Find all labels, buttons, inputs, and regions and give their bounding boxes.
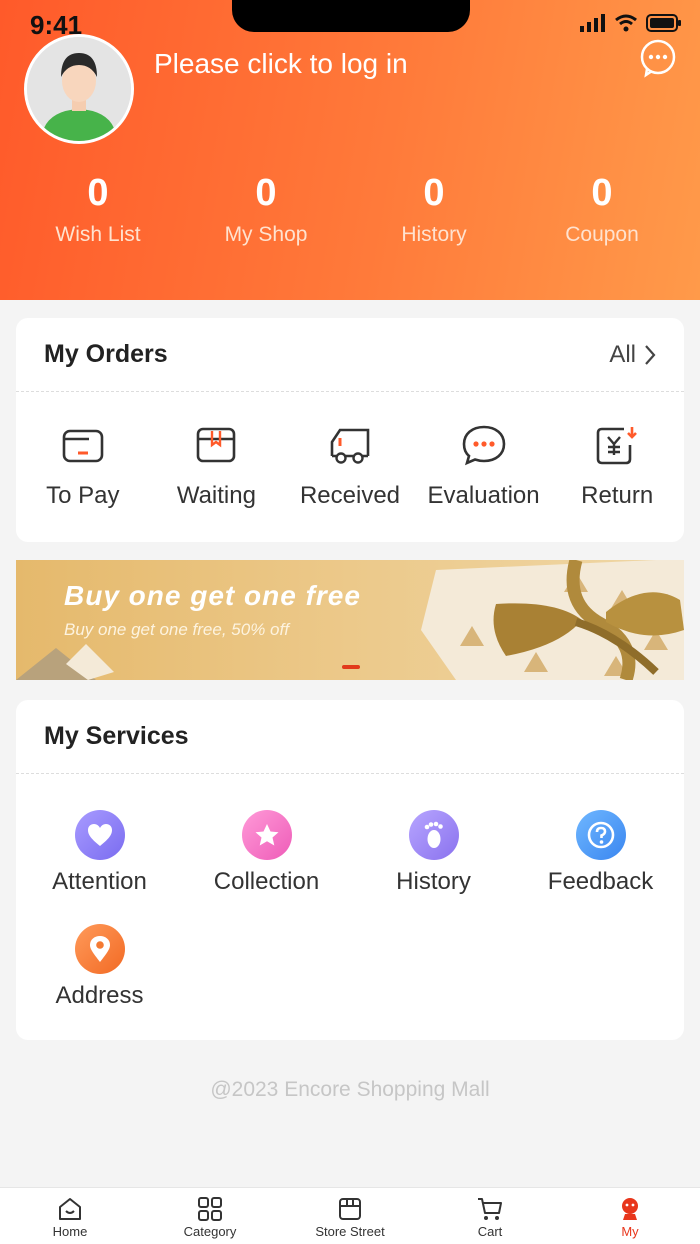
stat-label: My Shop <box>224 223 308 246</box>
tab-label: My <box>621 1224 639 1239</box>
tab-home[interactable]: Home <box>0 1188 140 1244</box>
tab-my[interactable]: My <box>560 1188 700 1244</box>
heart-icon <box>74 810 125 860</box>
chevron-right-icon <box>645 344 656 365</box>
copyright-text: @2023 Encore Shopping Mall <box>210 1078 490 1101</box>
location-pin-icon <box>74 924 125 974</box>
stat-my-shop[interactable]: 0 My Shop <box>182 172 350 247</box>
services-header: My Services <box>16 700 684 774</box>
services-card: My Services Attention Collection History <box>16 700 684 1040</box>
order-label: Received <box>299 482 401 509</box>
stat-coupon[interactable]: 0 Coupon <box>518 172 686 247</box>
stat-value: 0 <box>591 172 613 214</box>
user-icon <box>622 1198 638 1220</box>
home-icon <box>59 1198 81 1220</box>
stat-label: Coupon <box>565 223 639 246</box>
refund-icon <box>596 427 638 465</box>
tab-category[interactable]: Category <box>140 1188 280 1244</box>
stat-value: 0 <box>423 172 445 214</box>
order-label: Return <box>581 482 654 509</box>
grid-icon <box>198 1197 222 1221</box>
question-icon <box>575 810 626 860</box>
avatar[interactable] <box>24 34 134 144</box>
stat-value: 0 <box>87 172 109 214</box>
stat-label: Wish List <box>55 223 141 246</box>
banner-subtitle: Buy one get one free, 50% off <box>64 620 289 639</box>
package-icon <box>197 427 236 463</box>
tab-label: Store Street <box>315 1224 385 1239</box>
cart-icon <box>478 1198 502 1220</box>
tab-label: Cart <box>477 1224 503 1239</box>
stats-row: 0 Wish List 0 My Shop 0 History 0 Coupon <box>0 172 700 247</box>
stat-value: 0 <box>255 172 277 214</box>
order-label: Waiting <box>176 482 256 509</box>
all-orders-link[interactable]: All <box>609 341 656 369</box>
battery-icon <box>646 14 681 32</box>
order-status-row: To Pay Waiting Received Evaluation Retur… <box>16 392 684 510</box>
stat-wish-list[interactable]: 0 Wish List <box>14 172 182 247</box>
wallet-icon <box>62 429 104 463</box>
service-label: History <box>396 868 471 895</box>
star-icon <box>241 810 292 860</box>
avatar-person-icon <box>27 37 131 141</box>
service-label: Feedback <box>547 868 654 895</box>
orders-title: My Orders <box>44 340 168 368</box>
service-collection[interactable]: Collection <box>183 810 350 896</box>
services-title: My Services <box>44 722 189 750</box>
banner-title: Buy one get one free <box>64 580 361 611</box>
service-history[interactable]: History <box>350 810 517 896</box>
bottom-tab-bar: Home Category Store Street Cart My <box>0 1187 700 1244</box>
order-label: Evaluation <box>427 482 540 509</box>
orders-header: My Orders All <box>16 318 684 392</box>
order-evaluation[interactable]: Evaluation <box>417 422 551 510</box>
order-received[interactable]: Received <box>283 422 417 510</box>
order-waiting[interactable]: Waiting <box>150 422 284 510</box>
status-icons <box>580 14 682 32</box>
service-attention[interactable]: Attention <box>16 810 183 896</box>
tab-label: Category <box>183 1224 237 1239</box>
orders-card: My Orders All To Pay Waiting Received Ev… <box>16 318 684 542</box>
promo-banner[interactable]: Buy one get one free Buy one get one fre… <box>16 560 684 680</box>
banner-pagination-dot[interactable] <box>342 665 360 669</box>
signal-icon <box>580 14 605 32</box>
profile-header: 9:41 Please click to log in 0 Wish List … <box>0 0 700 300</box>
order-to-pay[interactable]: To Pay <box>16 422 150 510</box>
wifi-icon <box>615 14 637 32</box>
order-label: To Pay <box>46 482 120 509</box>
footprint-icon <box>408 810 459 860</box>
login-prompt[interactable]: Please click to log in <box>154 48 408 80</box>
service-label: Attention <box>52 868 147 895</box>
all-orders-label: All <box>609 340 636 368</box>
service-label: Address <box>55 982 144 1009</box>
tab-label: Home <box>52 1224 88 1239</box>
chat-icon <box>462 425 505 466</box>
services-grid: Attention Collection History Feedback Ad… <box>16 774 684 1038</box>
tab-store-street[interactable]: Store Street <box>280 1188 420 1244</box>
stat-label: History <box>401 223 467 246</box>
device-notch <box>232 0 470 32</box>
order-return[interactable]: Return <box>550 422 684 510</box>
service-address[interactable]: Address <box>16 924 183 1010</box>
truck-icon <box>330 428 370 464</box>
service-feedback[interactable]: Feedback <box>517 810 684 896</box>
service-label: Collection <box>213 868 320 895</box>
stat-history[interactable]: 0 History <box>350 172 518 247</box>
message-icon[interactable] <box>638 38 678 78</box>
store-icon <box>339 1198 361 1220</box>
tab-cart[interactable]: Cart <box>420 1188 560 1244</box>
